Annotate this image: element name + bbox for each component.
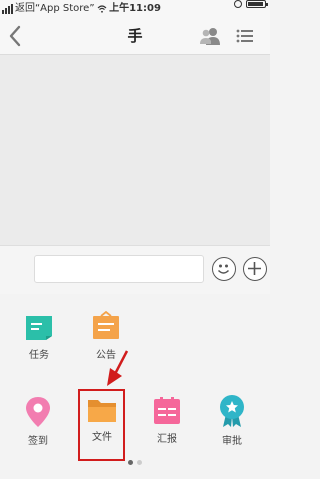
red-arrow-icon: [107, 350, 129, 386]
emoji-button[interactable]: [212, 257, 236, 281]
smiley-icon: [217, 264, 230, 274]
battery-icon: [246, 0, 268, 8]
page-dot[interactable]: [137, 460, 142, 465]
menu-list-icon[interactable]: [236, 28, 254, 44]
app-checkin[interactable]: 签到: [13, 396, 63, 447]
nav-bar: 手: [0, 18, 270, 55]
status-bar: 返回“App Store” 上午11:09: [0, 0, 270, 18]
orientation-lock-icon: [234, 0, 242, 8]
status-time: 上午11:09: [109, 3, 161, 14]
task-icon: [26, 316, 52, 340]
location-pin-icon: [26, 397, 50, 427]
report-icon: [154, 397, 180, 424]
highlight-box: [78, 389, 125, 461]
app-label-task: 任务: [29, 350, 49, 361]
chat-message-area[interactable]: [0, 55, 270, 245]
message-input[interactable]: [34, 255, 204, 283]
app-label-approval: 审批: [222, 436, 242, 447]
group-members-icon[interactable]: [199, 26, 221, 46]
page-indicator[interactable]: [128, 460, 142, 465]
app-task[interactable]: 任务: [14, 314, 64, 361]
announcement-icon: [93, 311, 119, 339]
app-approval[interactable]: 审批: [207, 394, 257, 447]
page-dot-active[interactable]: [128, 460, 133, 465]
page-title: 手: [127, 27, 143, 45]
app-label-report: 汇报: [157, 434, 177, 445]
app-label-checkin: 签到: [28, 436, 48, 447]
approval-badge-icon: [220, 395, 244, 427]
app-report[interactable]: 汇报: [142, 396, 192, 445]
add-button[interactable]: [243, 257, 267, 281]
plus-icon: [248, 262, 261, 275]
